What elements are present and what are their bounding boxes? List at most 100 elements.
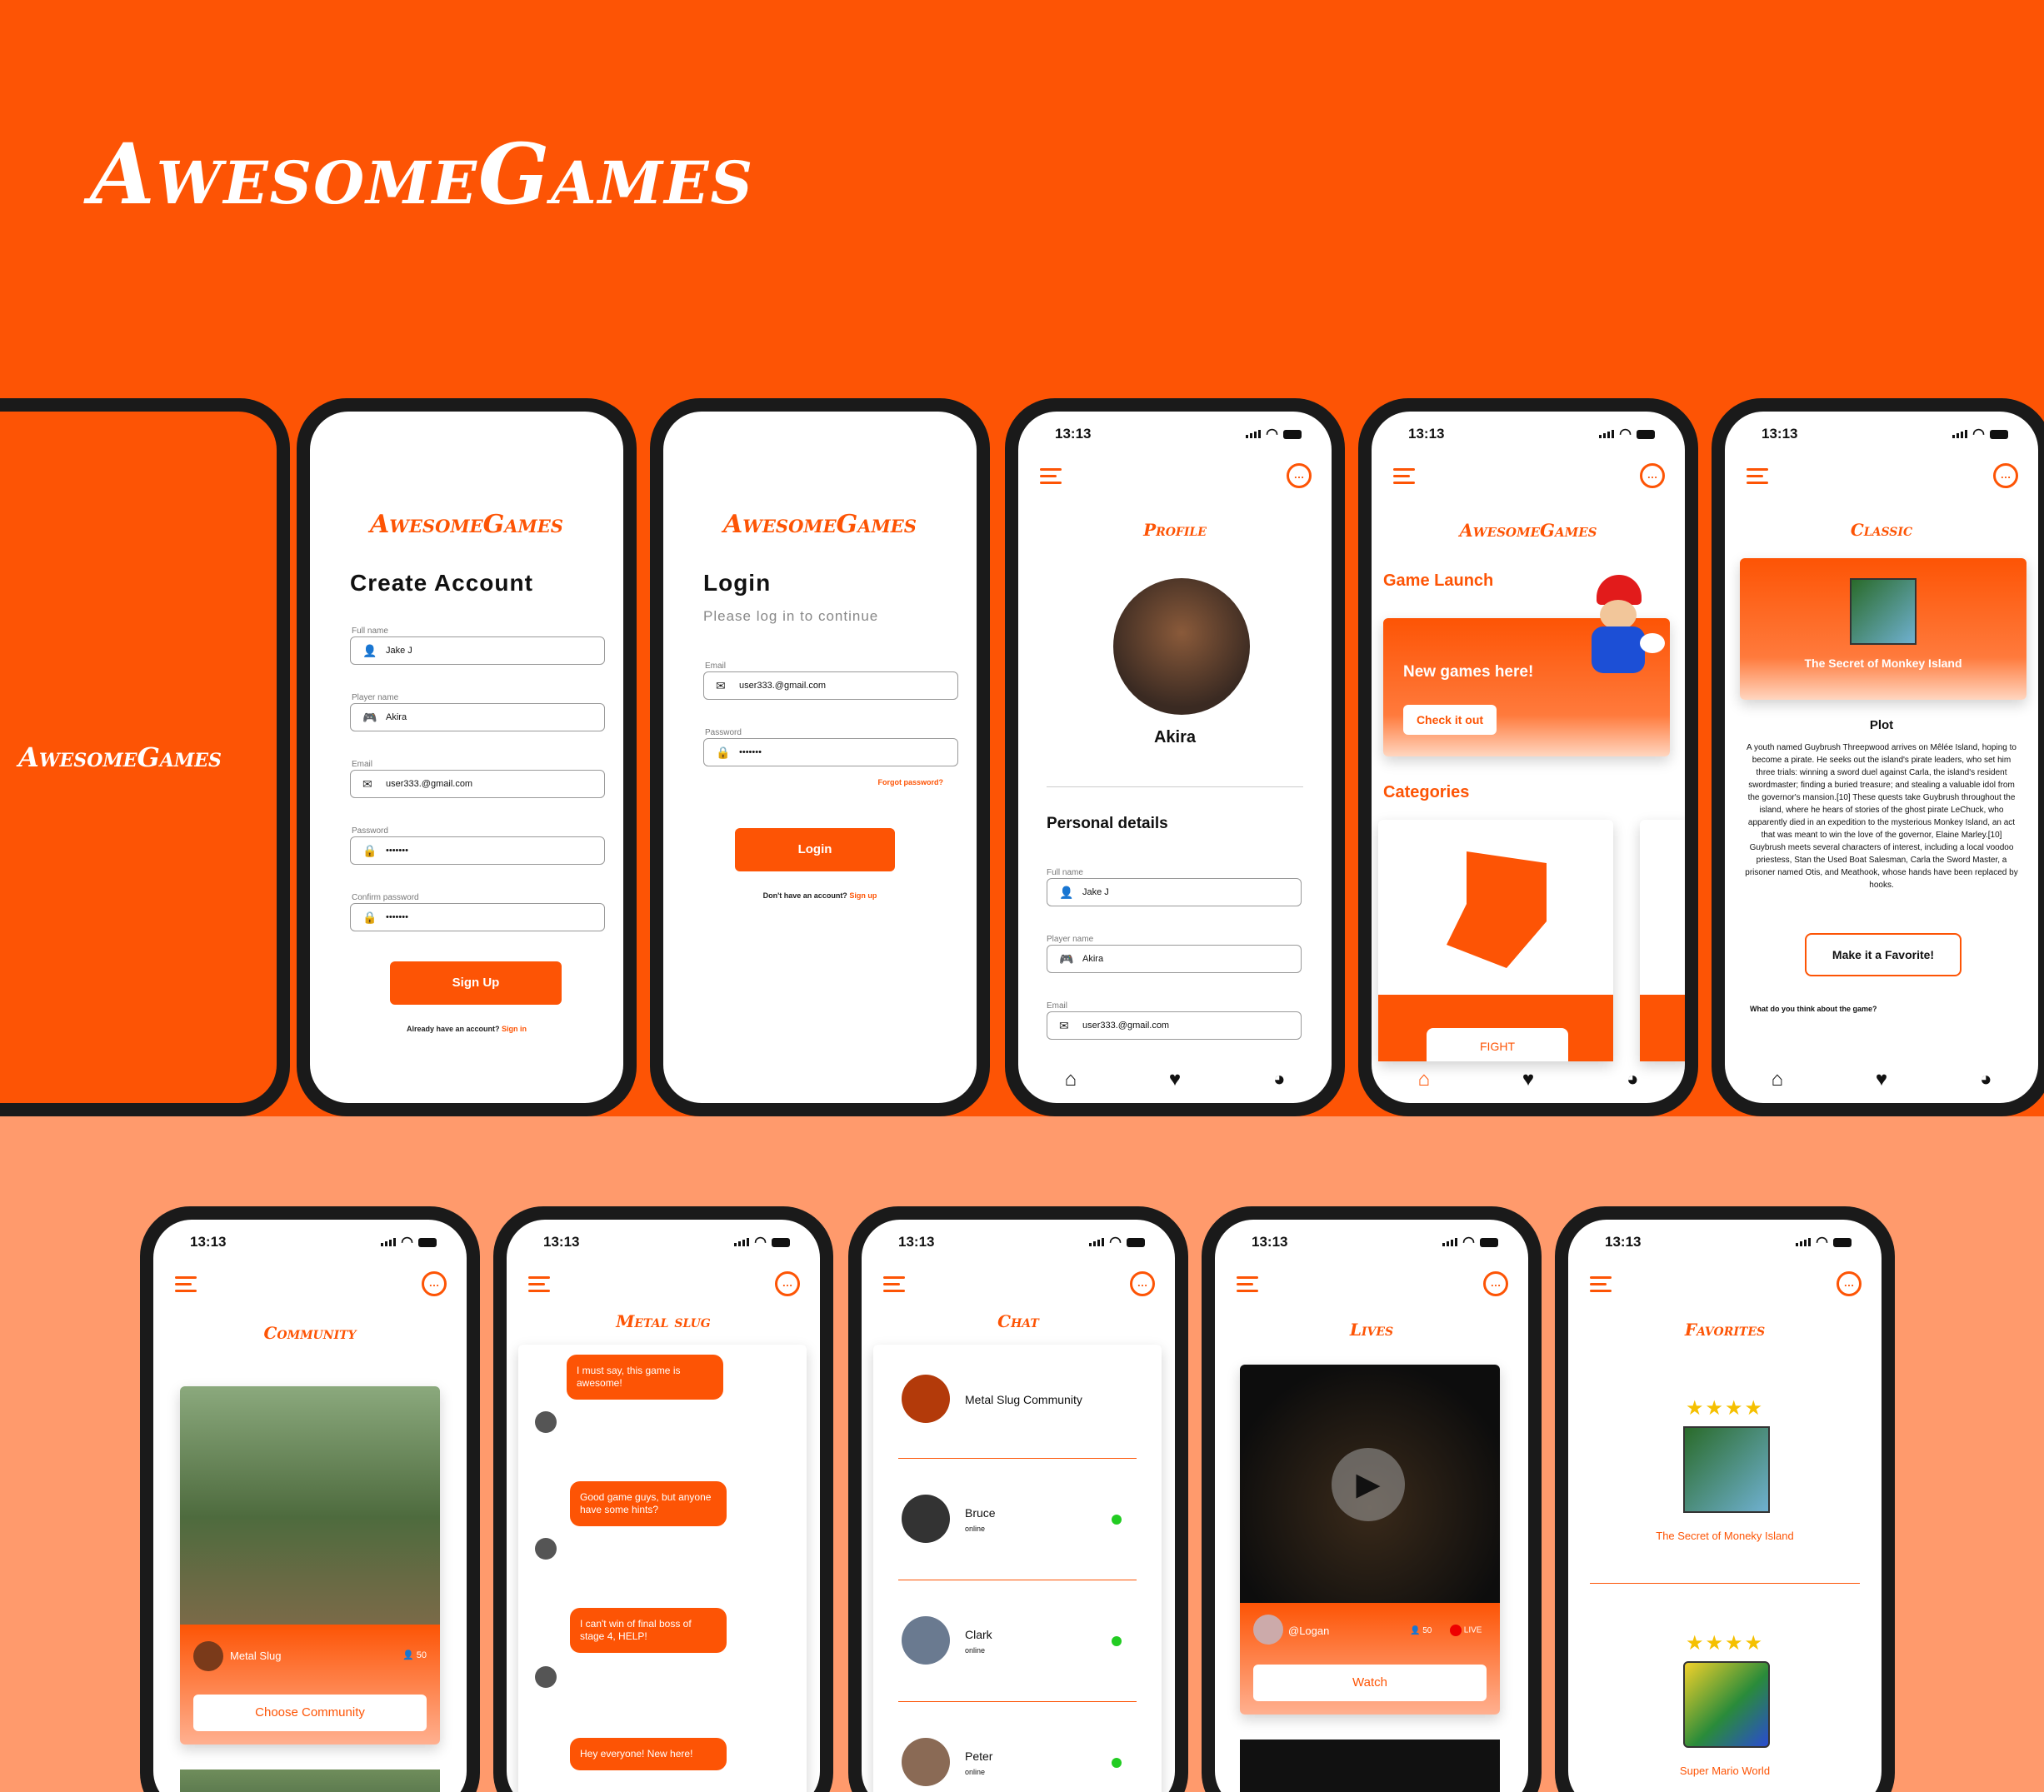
chat-icon[interactable]: … [1837,1271,1862,1296]
user-avatar [535,1666,557,1688]
field-value: user333.@gmail.com [1082,1021,1170,1031]
player-name-field[interactable]: 🎮 Akira [1047,945,1302,973]
next-stream-thumbnail[interactable] [1240,1740,1500,1792]
globe-icon[interactable]: ◕ [1980,1068,1992,1091]
wifi-icon: ◠ [401,1234,413,1250]
live-badge: LIVE [1450,1625,1482,1636]
confirm-password-field[interactable]: 🔒 ••••••• [350,903,605,931]
category-card-next[interactable] [1640,820,1685,1061]
mail-icon: ✉ [1059,1019,1069,1032]
phone-chat: 13:13 ◠ … Chat Metal Slug Community Bruce… [848,1206,1188,1792]
field-value: Jake J [1082,887,1109,897]
heart-icon[interactable]: ♥ [1876,1068,1887,1091]
menu-icon[interactable] [528,1276,550,1292]
contact-name: Bruce [965,1506,996,1520]
contact-name: Metal Slug Community [965,1393,1082,1406]
stream-thumbnail[interactable]: ▶ [1240,1365,1500,1603]
contact-avatar [902,1495,950,1543]
sign-up-prompt: Don't have an account? Sign up [663,891,977,900]
status-bar: 13:13 ◠ [1252,1233,1498,1251]
profile-screen: 13:13 ◠ … Profile Akira Personal details … [1018,412,1332,1103]
mail-icon: ✉ [716,679,726,692]
contact-name: Peter [965,1750,993,1763]
globe-icon[interactable]: ◕ [1273,1068,1286,1091]
play-icon[interactable]: ▶ [1332,1448,1405,1521]
status-time: 13:13 [1408,426,1445,442]
menu-icon[interactable] [175,1276,197,1292]
menu-icon[interactable] [883,1276,905,1292]
menu-icon[interactable] [1747,468,1768,484]
category-card-fight[interactable]: FIGHT [1378,820,1613,1061]
user-icon: 👤 [402,1650,417,1660]
super-mario-world-cover-image [1683,1661,1770,1748]
sign-up-link[interactable]: Sign up [849,891,877,900]
home-icon[interactable]: ⌂ [1064,1068,1077,1091]
profile-avatar [1113,578,1250,715]
email-field[interactable]: ✉ user333.@gmail.com [350,770,605,798]
check-it-out-button[interactable]: Check it out [1403,705,1497,735]
signal-icon [1952,430,1968,438]
sign-in-link[interactable]: Sign in [502,1025,527,1033]
phone-create-account: AwesomeGames Create Account Full name 👤 J… [297,398,637,1116]
make-favorite-button[interactable]: Make it a Favorite! [1805,933,1962,976]
home-screen: 13:13 ◠ … AwesomeGames Game Launch New ga… [1372,412,1685,1103]
heart-icon[interactable]: ♥ [1522,1068,1534,1091]
chat-icon[interactable]: … [1130,1271,1155,1296]
page-title: Login [703,570,772,596]
login-button[interactable]: Login [735,828,895,871]
banner-text: New games here! [1403,663,1534,681]
menu-icon[interactable] [1393,468,1415,484]
lives-screen: 13:13 ◠ … Lives ▶ @Logan 👤 50 LIVE Watch [1215,1220,1528,1792]
watch-button[interactable]: Watch [1253,1665,1487,1701]
chat-icon[interactable]: … [775,1271,800,1296]
menu-icon[interactable] [1590,1276,1612,1292]
email-field[interactable]: ✉ user333.@gmail.com [1047,1011,1302,1040]
field-value: Akira [386,712,407,722]
lock-icon: 🔒 [362,911,377,924]
divider [1590,1583,1860,1584]
metal-slug-chat-screen: 13:13 ◠ … Metal slug I must say, this gam… [507,1220,820,1792]
phone-home: 13:13 ◠ … AwesomeGames Game Launch New ga… [1358,398,1698,1116]
password-field[interactable]: 🔒 ••••••• [703,738,958,766]
game-title: The Secret of Monkey Island [1804,656,1962,670]
battery-icon [1990,429,2008,439]
chat-icon[interactable]: … [1483,1271,1508,1296]
menu-icon[interactable] [1040,468,1062,484]
chat-icon[interactable]: … [1640,463,1665,488]
prompt-text: Already have an account? [406,1025,500,1033]
fight-category-label[interactable]: FIGHT [1427,1028,1568,1061]
field-value: Jake J [386,646,412,656]
community-screen: 13:13 ◠ … Community Metal Slug 👤 50 Choos… [153,1220,467,1792]
full-name-field[interactable]: 👤 Jake J [1047,878,1302,906]
choose-community-button[interactable]: Choose Community [193,1695,427,1731]
section-title: Categories [1383,783,1470,801]
password-field[interactable]: 🔒 ••••••• [350,836,605,865]
page-title: Community [263,1323,357,1343]
field-label: Email [352,760,373,769]
home-icon[interactable]: ⌂ [1417,1068,1430,1091]
chat-icon[interactable]: … [1287,463,1312,488]
email-field[interactable]: ✉ user333.@gmail.com [703,671,958,700]
mail-icon: ✉ [362,777,372,791]
field-value: Akira [1082,954,1104,964]
wifi-icon: ◠ [1972,426,1985,442]
user-avatar [535,1538,557,1560]
page-title: Lives [1349,1320,1394,1340]
community-card: Metal Slug 👤 50 Choose Community [180,1386,440,1745]
phone-favorites: 13:13 ◠ … Favorites ★★★★ The Secret of Mo… [1555,1206,1895,1792]
menu-icon[interactable] [1237,1276,1258,1292]
launch-banner[interactable]: New games here! Check it out [1383,575,1670,756]
chat-icon[interactable]: … [422,1271,447,1296]
sign-up-button[interactable]: Sign Up [390,961,562,1005]
globe-icon[interactable]: ◕ [1627,1068,1639,1091]
heart-icon[interactable]: ♥ [1169,1068,1181,1091]
contact-name: Clark [965,1628,992,1641]
splash-logo: AwesomeGames [18,741,222,773]
home-icon[interactable]: ⌂ [1771,1068,1783,1091]
full-name-field[interactable]: 👤 Jake J [350,636,605,665]
chat-icon[interactable]: … [1993,463,2018,488]
player-name-field[interactable]: 🎮 Akira [350,703,605,731]
status-bar: 13:13 ◠ [1055,425,1302,443]
signal-icon [734,1238,750,1246]
forgot-password-link[interactable]: Forgot password? [878,778,944,786]
